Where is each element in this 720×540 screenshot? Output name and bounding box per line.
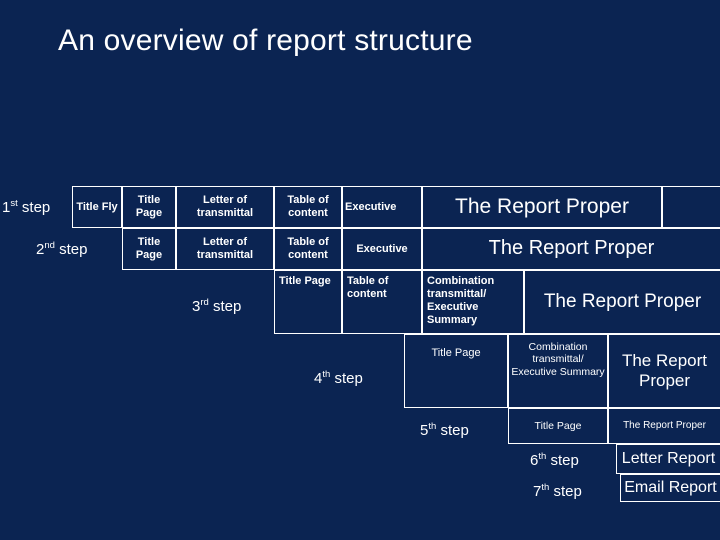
diagram-canvas: An overview of report structure 1st step…	[0, 0, 720, 540]
row2-cell-letter-of-transmittal[interactable]: Letter of transmittal	[176, 228, 274, 270]
cell-label: Title Page	[431, 347, 481, 359]
cell-label: Table of content	[287, 194, 329, 219]
step-6-word: step	[546, 452, 579, 469]
step-label-6: 6th step	[530, 451, 579, 469]
cell-label: Letter of transmittal	[196, 236, 254, 261]
cell-label: Title Page	[135, 194, 163, 219]
row1-report-proper-overflow	[662, 186, 720, 228]
row4-cell-combination[interactable]: Combination transmittal/ Executive Summa…	[508, 334, 608, 408]
cell-label: Title Page	[135, 236, 163, 261]
cell-label: Title Fly	[76, 200, 118, 213]
row1-report-proper-box[interactable]: The Report Proper	[422, 186, 662, 228]
step-label-5: 5th step	[420, 421, 469, 439]
step-2-word: step	[54, 241, 88, 258]
row2-report-proper-box[interactable]: The Report Proper	[422, 228, 720, 270]
row1-report-proper-label: The Report Proper	[455, 194, 629, 218]
step-3-word: step	[208, 298, 242, 315]
row2-cell-table-of-content[interactable]: Table of content	[274, 228, 342, 270]
row6-letter-report-label: Letter Report	[621, 449, 716, 467]
row4-cell-title-page[interactable]: Title Page	[404, 334, 508, 408]
cell-label: Combination transmittal/ Executive Summa…	[427, 275, 495, 326]
cell-label: Executive	[356, 242, 408, 255]
step-1-suffix: st	[10, 198, 18, 209]
row4-report-proper-label: The Report Proper	[621, 351, 708, 390]
cell-label: Title Page	[279, 275, 331, 287]
row1-cell-table-of-content[interactable]: Table of content	[274, 186, 342, 228]
step-label-4: 4th step	[314, 369, 363, 387]
row3-report-proper-box[interactable]: The Report Proper	[524, 270, 720, 334]
row4-report-proper-box[interactable]: The Report Proper	[608, 334, 720, 408]
page-title: An overview of report structure	[58, 24, 473, 57]
cell-label: Table of content	[347, 275, 389, 300]
cell-label: Table of content	[287, 236, 329, 261]
row6-letter-report-box[interactable]: Letter Report	[616, 444, 720, 474]
cell-label: Executive	[345, 200, 397, 213]
row3-report-proper-label: The Report Proper	[543, 290, 702, 312]
row2-cell-title-page[interactable]: Title Page	[122, 228, 176, 270]
step-label-3: 3rd step	[192, 297, 241, 315]
row1-cell-title-fly[interactable]: Title Fly	[72, 186, 122, 228]
row3-cell-combination[interactable]: Combination transmittal/ Executive Summa…	[422, 270, 524, 334]
row1-cell-letter-of-transmittal[interactable]: Letter of transmittal	[176, 186, 274, 228]
row1-cell-executive[interactable]: Executive	[342, 186, 422, 228]
row1-cell-title-page[interactable]: Title Page	[122, 186, 176, 228]
cell-label: Letter of transmittal	[196, 194, 254, 219]
step-5-word: step	[436, 422, 469, 439]
cell-label: Combination transmittal/ Executive Summa…	[511, 341, 605, 378]
step-label-7: 7th step	[533, 482, 582, 500]
row7-email-report-box[interactable]: Email Report	[620, 474, 720, 502]
row2-report-proper-label: The Report Proper	[488, 237, 655, 260]
step-3-suffix: rd	[200, 297, 209, 308]
step-label-2: 2nd step	[36, 240, 87, 258]
row5-report-proper-label: The Report Proper	[623, 420, 706, 432]
step-7-word: step	[549, 483, 582, 500]
step-1-word: step	[17, 199, 51, 216]
step-4-word: step	[330, 370, 363, 387]
step-2-suffix: nd	[44, 240, 55, 251]
row5-cell-title-page[interactable]: Title Page	[508, 408, 608, 444]
row7-email-report-label: Email Report	[624, 478, 717, 496]
row2-cell-executive[interactable]: Executive	[342, 228, 422, 270]
cell-label: Title Page	[534, 419, 582, 432]
row3-cell-title-page[interactable]: Title Page	[274, 270, 342, 334]
step-label-1: 1st step	[2, 198, 50, 216]
row5-report-proper-box[interactable]: The Report Proper	[608, 408, 720, 444]
row3-cell-table-of-content[interactable]: Table of content	[342, 270, 422, 334]
